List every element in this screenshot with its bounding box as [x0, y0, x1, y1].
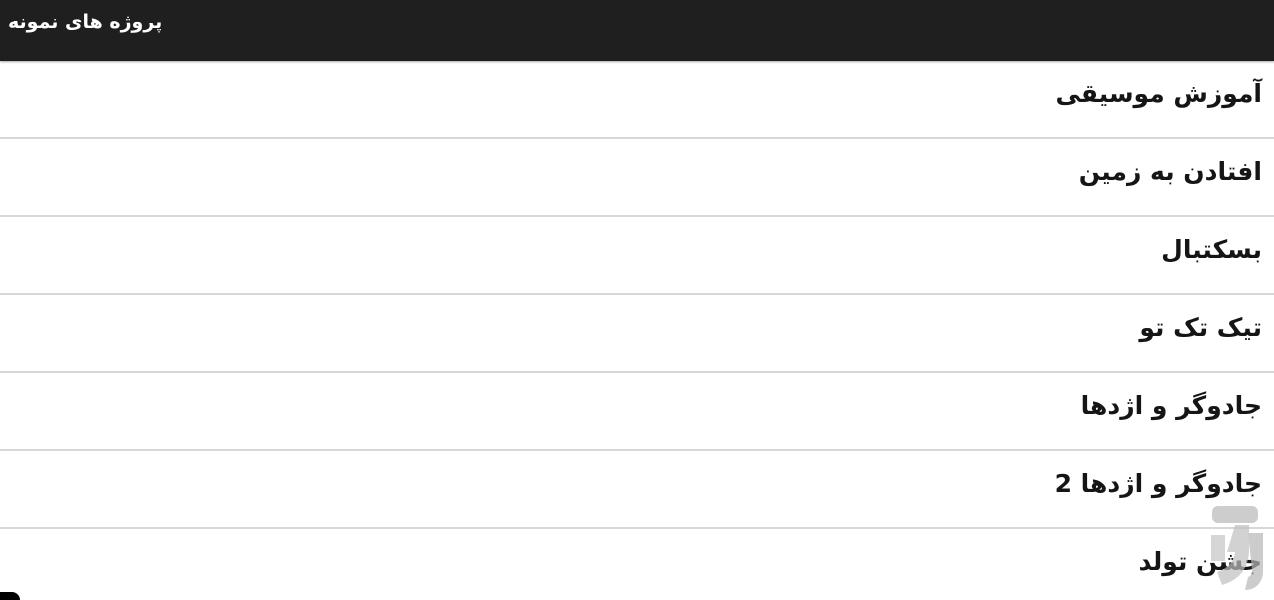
list-item-label: جادوگر و اژدها 2	[1054, 469, 1262, 498]
list-item-label: افتادن به زمین	[1078, 157, 1262, 186]
list-item-label: بسکتبال	[1161, 235, 1262, 264]
list-item[interactable]: جادوگر و اژدها	[0, 373, 1274, 451]
page-title: پروژه های نمونه	[8, 11, 163, 33]
list-item-label: جادوگر و اژدها	[1080, 391, 1262, 420]
list-item[interactable]: آموزش موسیقی	[0, 61, 1274, 139]
list-item[interactable]: بسکتبال	[0, 217, 1274, 295]
project-list[interactable]: آموزش موسیقی افتادن به زمین بسکتبال تیک …	[0, 61, 1274, 600]
title-bar: پروژه های نمونه	[0, 0, 1274, 61]
list-item-label: جشن تولد	[1138, 547, 1262, 576]
list-item[interactable]: جشن تولد	[0, 529, 1274, 600]
corner-shadow	[0, 592, 20, 600]
list-item[interactable]: افتادن به زمین	[0, 139, 1274, 217]
list-item-label: آموزش موسیقی	[1055, 79, 1262, 108]
app-screen: پروژه های نمونه آموزش موسیقی افتادن به ز…	[0, 0, 1274, 600]
list-item[interactable]: جادوگر و اژدها 2	[0, 451, 1274, 529]
list-item-label: تیک تک تو	[1139, 313, 1262, 342]
list-item[interactable]: تیک تک تو	[0, 295, 1274, 373]
